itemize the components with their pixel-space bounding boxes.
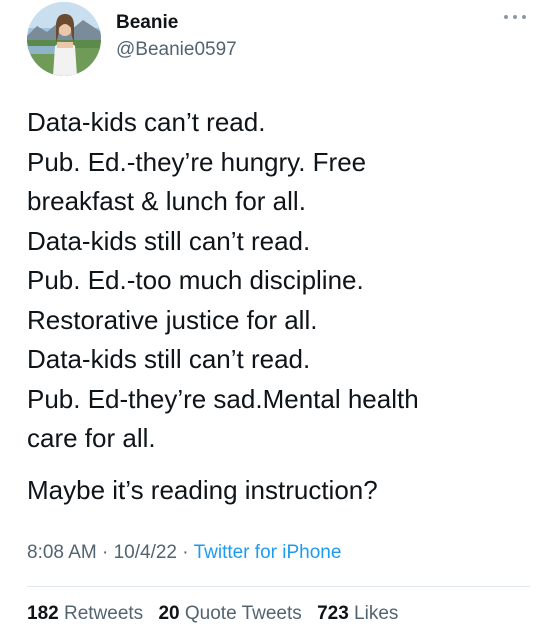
more-options-icon[interactable] xyxy=(504,13,526,21)
tweet-line: care for all. xyxy=(27,423,156,453)
tweet-date[interactable]: 10/4/22 xyxy=(114,542,177,563)
tweet-line: Pub. Ed-they’re sad.Mental health xyxy=(27,383,419,414)
tweet-line: Data-kids still can’t read. xyxy=(27,225,311,256)
tweet-line: Restorative justice for all. xyxy=(27,304,318,335)
quote-tweets-count: 20 xyxy=(158,603,180,624)
meta-separator: · xyxy=(182,542,189,563)
author-handle[interactable]: @Beanie0597 xyxy=(116,39,237,61)
retweets-label: Retweets xyxy=(63,603,144,624)
tweet-line: Data-kids still can’t read. xyxy=(27,344,311,374)
tweet-closing-line: Maybe it’s reading instruction? xyxy=(27,475,378,505)
retweets-count: 182 xyxy=(27,603,59,624)
meta-separator: · xyxy=(102,542,109,563)
divider xyxy=(27,586,530,587)
tweet-line: Pub. Ed.-they’re hungry. Free xyxy=(27,146,367,177)
tweet-line: Pub. Ed.-too much discipline. xyxy=(27,265,364,295)
retweets-stat[interactable]: 182 Retweets xyxy=(27,603,143,624)
quote-tweets-label: Quote Tweets xyxy=(184,603,302,624)
tweet-line: breakfast & lunch for all. xyxy=(27,186,306,216)
engagement-stats: 182 Retweets 20 Quote Tweets 723 Likes xyxy=(27,603,398,625)
tweet-text: Data-kids can’t read. Pub. Ed.-they’re h… xyxy=(27,103,537,459)
tweet-line: Data-kids can’t read. xyxy=(27,107,266,137)
avatar-photo xyxy=(27,2,101,76)
tweet-time[interactable]: 8:08 AM xyxy=(27,542,97,563)
tweet-card: Beanie @Beanie0597 Data-kids can’t read.… xyxy=(0,0,557,640)
avatar[interactable] xyxy=(27,2,101,76)
tweet-source-link[interactable]: Twitter for iPhone xyxy=(194,542,342,563)
likes-count: 723 xyxy=(317,603,349,624)
likes-label: Likes xyxy=(354,603,399,624)
author-name[interactable]: Beanie xyxy=(116,12,178,34)
tweet-meta: 8:08 AM · 10/4/22 · Twitter for iPhone xyxy=(27,542,341,564)
quote-tweets-stat[interactable]: 20 Quote Tweets xyxy=(158,603,301,624)
likes-stat[interactable]: 723 Likes xyxy=(317,603,398,624)
